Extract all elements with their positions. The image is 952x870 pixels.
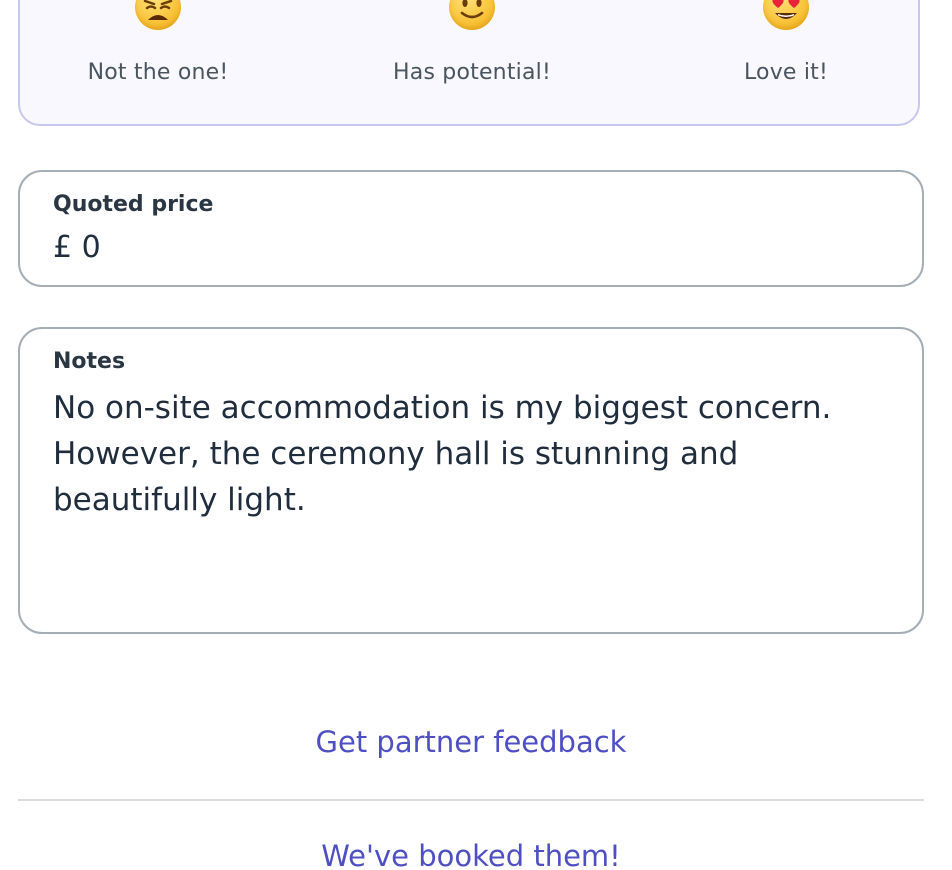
quoted-price-input[interactable]: £ 0 bbox=[53, 230, 101, 265]
rating-option-love-it[interactable]: Love it! bbox=[666, 0, 906, 128]
notes-field[interactable]: Notes No on-site accommodation is my big… bbox=[18, 327, 924, 634]
rating-label: Has potential! bbox=[393, 60, 551, 85]
notes-label: Notes bbox=[53, 349, 126, 374]
booked-them-link[interactable]: We've booked them! bbox=[18, 839, 924, 870]
rating-option-not-the-one[interactable]: Not the one! bbox=[38, 0, 278, 128]
rating-card: Not the one! Has potential! Love it! bbox=[18, 0, 920, 126]
divider bbox=[18, 799, 924, 801]
slightly-smiling-face-icon bbox=[449, 0, 495, 30]
quoted-price-field[interactable]: Quoted price £ 0 bbox=[18, 170, 924, 287]
get-partner-feedback-link[interactable]: Get partner feedback bbox=[18, 725, 924, 759]
rating-option-has-potential[interactable]: Has potential! bbox=[352, 0, 592, 128]
venue-review-page: Not the one! Has potential! Love it! Quo… bbox=[0, 0, 952, 870]
notes-textarea[interactable]: No on-site accommodation is my biggest c… bbox=[53, 385, 893, 523]
heart-eyes-face-icon bbox=[763, 0, 809, 30]
quoted-price-label: Quoted price bbox=[53, 192, 214, 217]
weary-face-icon bbox=[135, 0, 181, 30]
rating-label: Not the one! bbox=[87, 60, 229, 85]
rating-label: Love it! bbox=[743, 60, 829, 85]
